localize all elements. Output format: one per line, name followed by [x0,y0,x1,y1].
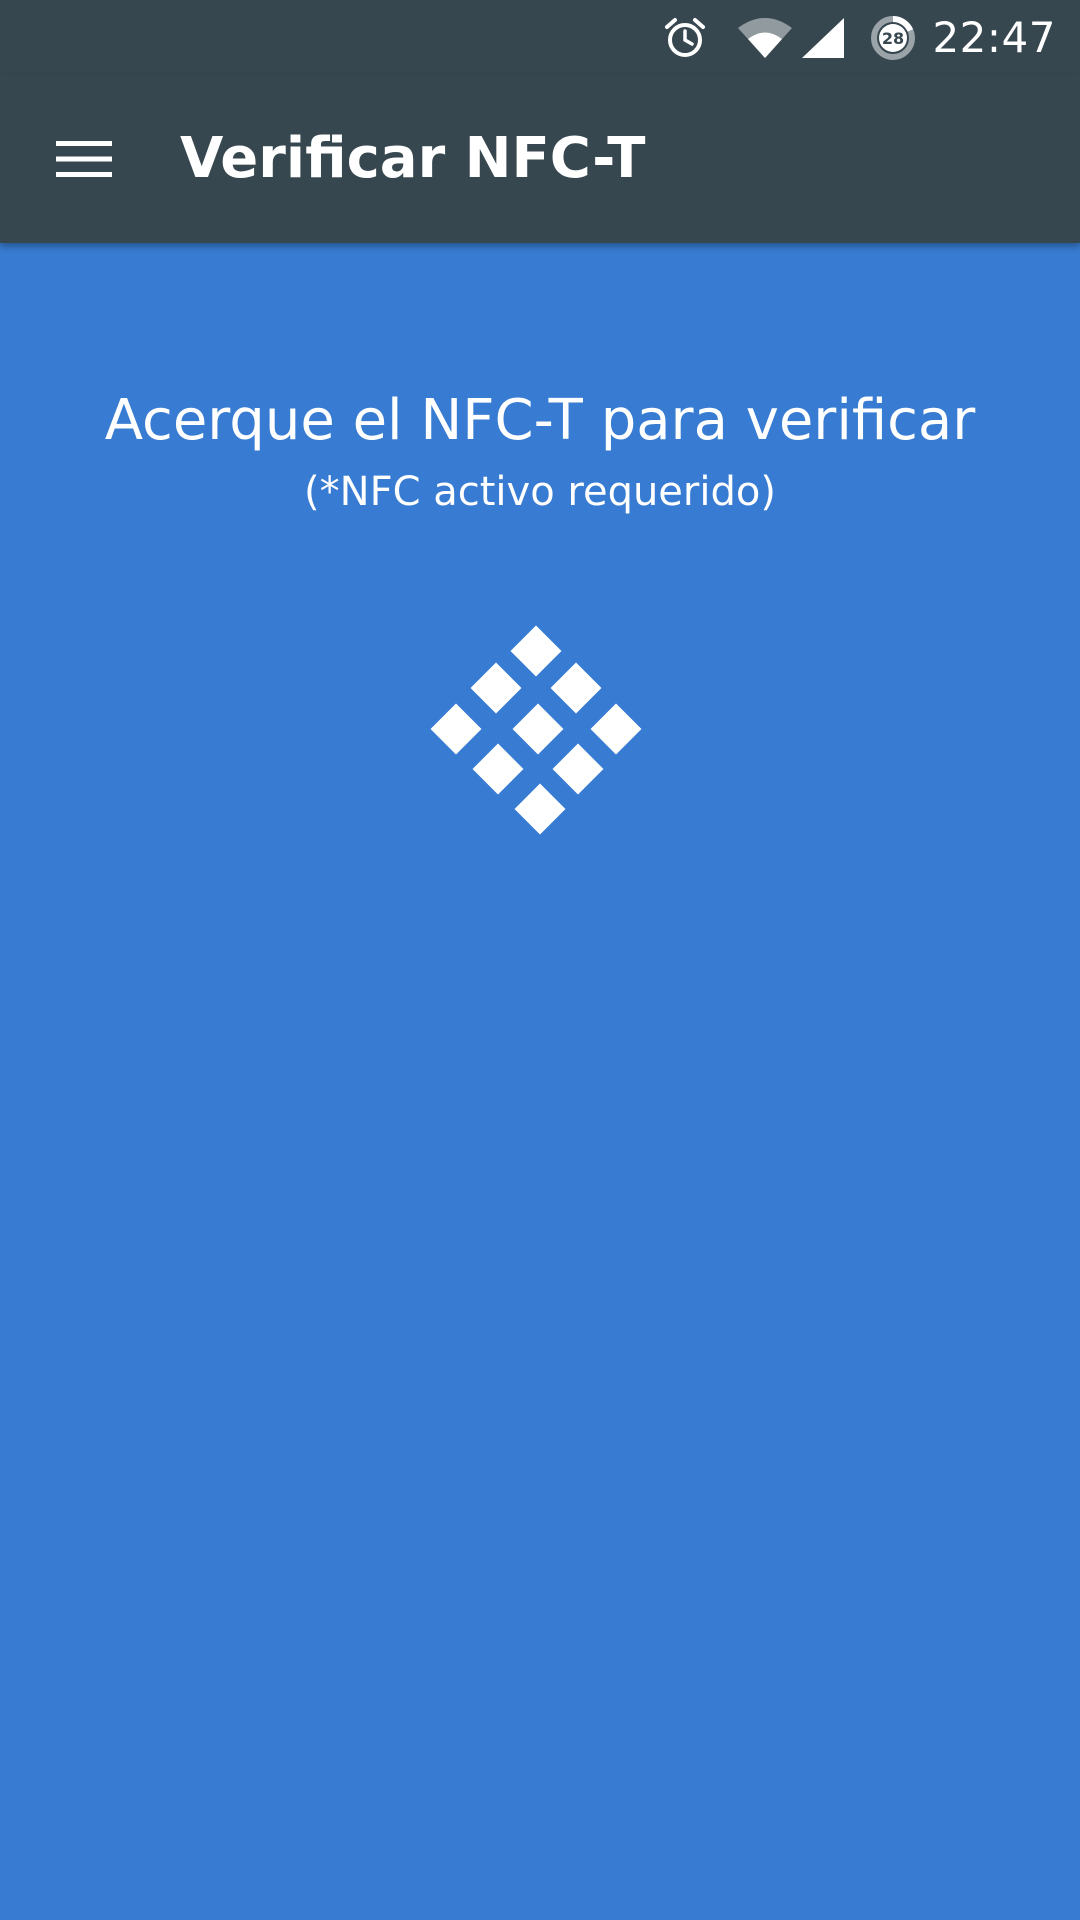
status-icons: 28 22:47 [662,0,1056,75]
battery-level-text: 28 [882,29,904,48]
alarm-icon [662,15,708,61]
wifi-icon [736,16,794,60]
status-time: 22:47 [932,13,1056,62]
battery-icon: 28 [870,15,916,61]
nfc-diamond-grid-icon [430,623,650,843]
page-title: Verificar NFC-T [180,126,646,191]
menu-button[interactable] [40,117,128,205]
status-bar: 28 22:47 [0,0,1080,75]
instruction-text: Acerque el NFC-T para verificar [104,388,976,453]
main-content: Acerque el NFC-T para verificar (*NFC ac… [0,243,1080,1920]
signal-icon [800,16,845,60]
hamburger-menu-icon [56,139,112,183]
nfc-required-note: (*NFC activo requerido) [304,469,776,515]
app-bar: Verificar NFC-T [0,75,1080,243]
